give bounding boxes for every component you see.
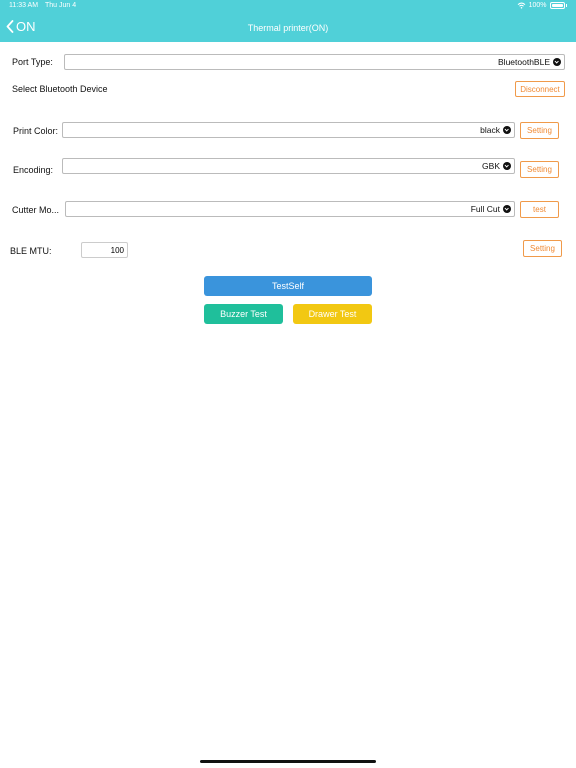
buzzer-test-button[interactable]: Buzzer Test — [204, 304, 283, 324]
status-date: Thu Jun 4 — [45, 2, 77, 9]
encoding-setting-button[interactable]: Setting — [520, 161, 559, 178]
port-type-value: BluetoothBLE — [498, 57, 550, 67]
ble-mtu-setting-button[interactable]: Setting — [523, 240, 562, 257]
encoding-select[interactable]: GBK — [62, 158, 515, 174]
status-time: 11:33 AM — [9, 2, 39, 9]
battery-icon — [549, 2, 565, 9]
wifi-icon — [517, 2, 525, 9]
print-color-select[interactable]: black — [62, 122, 515, 138]
chevron-down-icon — [503, 126, 511, 134]
navigation-header: 11:33 AM Thu Jun 4 100% ON Thermal print… — [0, 0, 576, 42]
cutter-test-button[interactable]: test — [520, 201, 559, 218]
home-indicator — [200, 760, 376, 763]
page-title: Thermal printer(ON) — [247, 23, 329, 33]
encoding-value: GBK — [482, 161, 500, 171]
status-indicators: 100% — [517, 2, 567, 9]
test-self-button[interactable]: TestSelf — [204, 276, 372, 296]
battery-tip — [565, 4, 567, 7]
ble-mtu-label: BLE MTU: — [10, 246, 52, 256]
encoding-label: Encoding: — [13, 165, 54, 175]
print-color-setting-button[interactable]: Setting — [520, 122, 559, 139]
print-color-label: Print Color: — [13, 126, 59, 136]
bluetooth-device-label: Select Bluetooth Device — [12, 84, 108, 94]
battery-percent: 100% — [528, 2, 547, 9]
cutter-mode-label: Cutter Mo... — [12, 205, 60, 215]
chevron-down-icon — [503, 162, 511, 170]
port-type-label: Port Type: — [12, 57, 53, 67]
ble-mtu-input[interactable] — [81, 242, 128, 258]
disconnect-button[interactable]: Disconnect — [515, 81, 565, 97]
chevron-down-icon — [553, 58, 561, 66]
drawer-test-button[interactable]: Drawer Test — [293, 304, 372, 324]
cutter-mode-value: Full Cut — [470, 204, 500, 214]
chevron-down-icon — [503, 205, 511, 213]
port-type-select[interactable]: BluetoothBLE — [64, 54, 565, 70]
print-color-value: black — [480, 125, 500, 135]
cutter-mode-select[interactable]: Full Cut — [65, 201, 515, 217]
